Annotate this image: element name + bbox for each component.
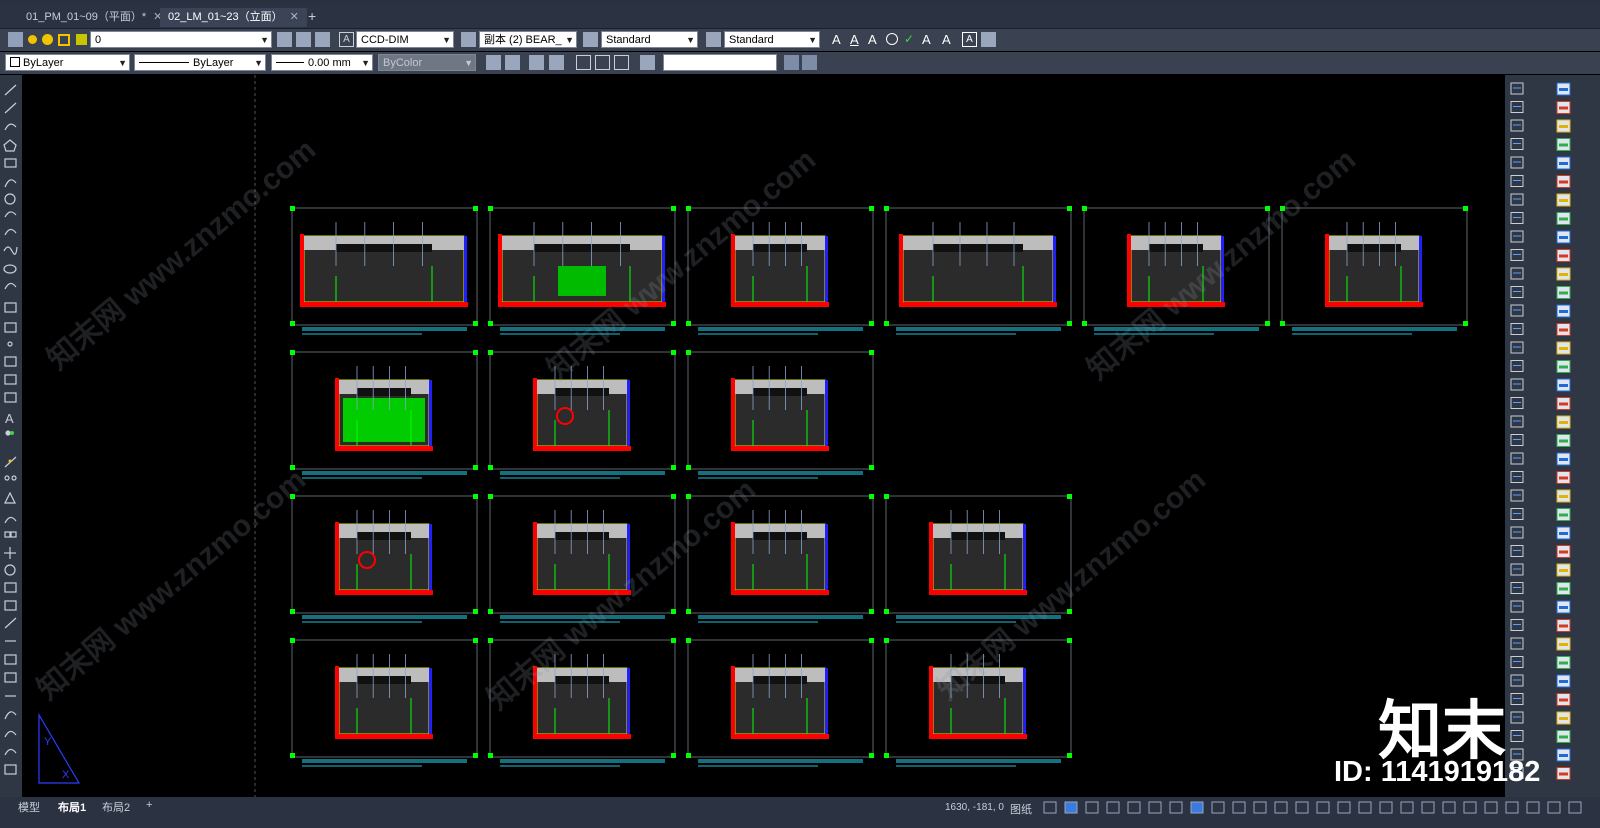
elevation-sheet[interactable] (884, 494, 1072, 623)
publish-icon[interactable] (529, 55, 544, 70)
properties-toolbar: 0 ▼ A CCD-DIM ▼ 副本 (2) BEAR_ ▼ Standard ▼ St… (0, 29, 1600, 51)
close-grid-icon[interactable] (802, 55, 817, 70)
dim-style-value: CCD-DIM (361, 34, 409, 46)
svg-text:X: X (62, 769, 70, 781)
text-scale-icon[interactable]: A (922, 32, 937, 47)
coordinate-readout: 1630, -181, 0 (945, 802, 1004, 813)
tab-label: 02_LM_01~23（立面） (168, 11, 283, 23)
elevation-sheet[interactable] (686, 638, 874, 767)
tab-layout2[interactable]: 布局2 (102, 799, 130, 815)
zoom-window-icon[interactable] (549, 55, 564, 70)
lightbulb-icon (28, 35, 37, 44)
paper-space-toggle[interactable]: 图纸 (1010, 801, 1032, 817)
elevation-sheet[interactable] (1280, 206, 1468, 335)
tab-layout1[interactable]: 布局1 (58, 799, 86, 815)
block-icon[interactable] (576, 55, 591, 70)
sun-icon (42, 34, 53, 45)
plotstyle-dropdown: ByColor ▼ (378, 54, 476, 71)
close-icon[interactable]: ✕ (290, 11, 299, 23)
lineweight-preview (276, 62, 304, 63)
make-current-icon[interactable] (277, 32, 292, 47)
text-justify-icon[interactable]: A (942, 32, 957, 47)
layer-manager-icon[interactable] (8, 32, 23, 47)
multileader-style-value: 副本 (2) BEAR_ (484, 34, 562, 46)
draw-tools-icons[interactable]: A (0, 75, 22, 797)
lineweight-value: 0.00 mm (308, 57, 351, 69)
lineweight-dropdown[interactable]: 0.00 mm ▼ (271, 54, 373, 71)
tab-plan-drawing[interactable]: 01_PM_01~09（平面）* ✕ (18, 8, 170, 27)
elevation-sheet[interactable] (488, 638, 676, 767)
search-input[interactable] (663, 54, 777, 71)
svg-text:Y: Y (44, 736, 52, 748)
tab-label: 01_PM_01~09（平面）* (26, 11, 147, 23)
status-toggles[interactable] (1040, 801, 1600, 815)
multileader-icon[interactable] (461, 32, 476, 47)
insert-icon[interactable] (595, 55, 610, 70)
multileader-style-dropdown[interactable]: 副本 (2) BEAR_ ▼ (479, 31, 577, 48)
elevation-sheet[interactable] (290, 206, 478, 335)
layer-value: 0 (95, 34, 102, 46)
lock-icon (58, 34, 70, 46)
elevation-sheet[interactable] (488, 350, 676, 479)
elevation-sheet[interactable] (686, 494, 874, 623)
color-swatch-icon (10, 57, 20, 67)
layer-dropdown[interactable]: 0 ▼ (90, 31, 272, 48)
modify-tools-icons[interactable] (1505, 75, 1600, 797)
linetype-preview (139, 62, 189, 63)
elevation-sheet[interactable] (884, 206, 1072, 335)
layer-previous-icon[interactable] (315, 32, 330, 47)
elevation-sheet[interactable] (488, 494, 676, 623)
drawing-sheets: Y X (38, 75, 1468, 797)
text-style-value: Standard (729, 34, 774, 46)
find-icon[interactable] (886, 33, 898, 45)
table-icon[interactable] (583, 32, 598, 47)
table-style-value: Standard (606, 34, 651, 46)
linetype-value: ByLayer (193, 57, 234, 69)
elevation-sheet[interactable] (290, 494, 478, 623)
plot-preview-icon[interactable] (505, 55, 520, 70)
grid-icon[interactable] (784, 55, 799, 70)
elevation-sheet[interactable] (290, 350, 478, 479)
convert-text-icon[interactable] (981, 32, 996, 47)
svg-text:A: A (5, 411, 14, 426)
tab-model[interactable]: 模型 (18, 799, 40, 815)
plotstyle-value: ByColor (383, 57, 423, 69)
elevation-sheet[interactable] (686, 350, 874, 479)
text-style-icon[interactable]: A (339, 32, 354, 47)
text-frame-icon[interactable]: A (962, 32, 977, 47)
print-icon[interactable] (486, 55, 501, 70)
elevation-sheet[interactable] (884, 638, 1072, 767)
elevation-sheet[interactable] (1082, 206, 1270, 335)
color-dropdown[interactable]: ByLayer ▼ (5, 54, 130, 71)
new-tab-icon[interactable]: + (308, 8, 316, 24)
image-id: ID: 1141919182 (1334, 756, 1541, 788)
tab-elevation-drawing[interactable]: 02_LM_01~23（立面） ✕ (160, 8, 307, 27)
elevation-sheet[interactable] (488, 206, 676, 335)
drawing-canvas[interactable]: Y X (22, 75, 1505, 797)
document-tabbar: 01_PM_01~09（平面）* ✕ 02_LM_01~23（立面） ✕ + (0, 5, 1600, 29)
text-style-dropdown[interactable]: Standard ▼ (724, 31, 820, 48)
text-a-icon[interactable]: A (832, 32, 847, 47)
color-square-icon (76, 34, 87, 45)
color-value: ByLayer (23, 57, 64, 69)
elevation-sheet[interactable] (290, 638, 478, 767)
add-layout-tab[interactable]: + (146, 799, 152, 811)
layer-match-icon[interactable] (296, 32, 311, 47)
text-edit-icon[interactable]: A (868, 32, 883, 47)
elevation-sheet[interactable] (686, 206, 874, 335)
properties-icon[interactable] (640, 55, 655, 70)
linetype-dropdown[interactable]: ByLayer ▼ (134, 54, 266, 71)
dim-style-dropdown[interactable]: CCD-DIM ▼ (356, 31, 454, 48)
mleader-style-icon[interactable] (706, 32, 721, 47)
dimension-toolbar (1505, 75, 1600, 797)
table-style-dropdown[interactable]: Standard ▼ (601, 31, 698, 48)
draw-toolbar: A (0, 75, 22, 797)
text-underline-icon[interactable]: A (850, 32, 865, 47)
spellcheck-icon[interactable]: ✓ (904, 32, 919, 47)
xref-icon[interactable] (614, 55, 629, 70)
status-bar: 模型 布局1 布局2 + 1630, -181, 0 图纸 (0, 797, 1600, 828)
object-properties-toolbar: ByLayer ▼ ByLayer ▼ 0.00 mm ▼ ByColor ▼ (0, 52, 1600, 74)
